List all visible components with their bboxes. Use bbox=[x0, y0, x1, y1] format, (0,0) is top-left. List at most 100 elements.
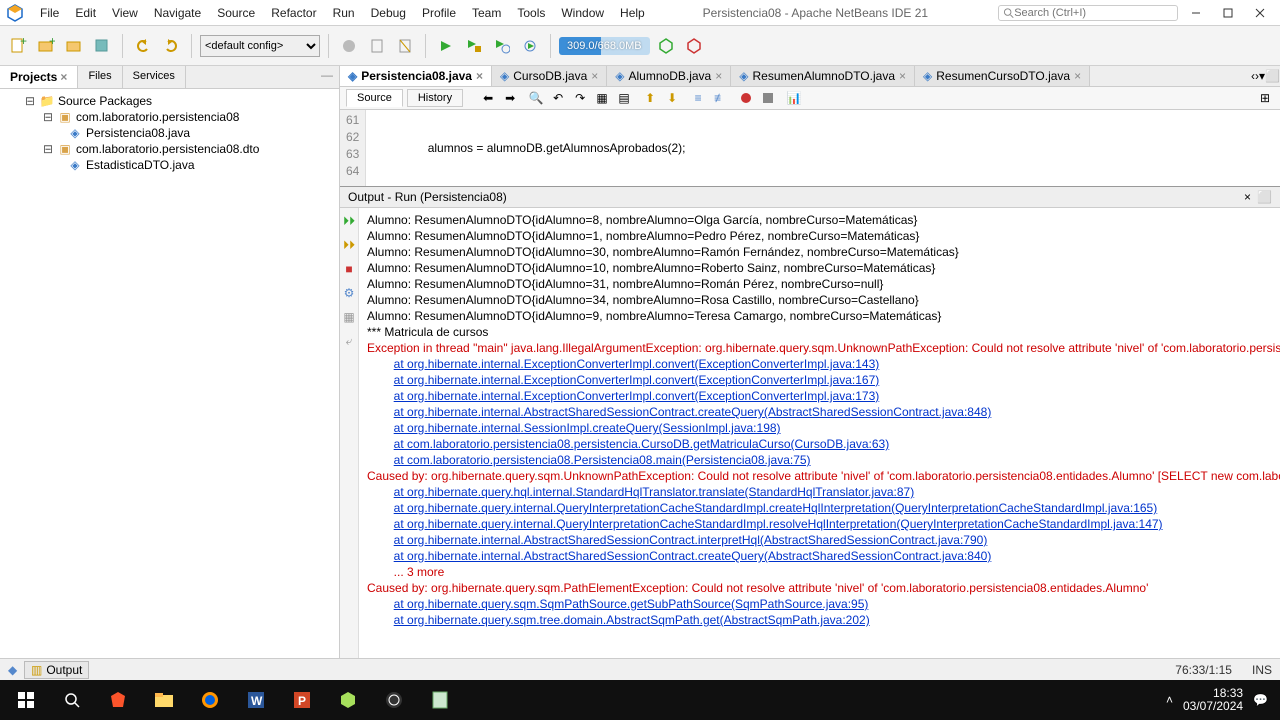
rerun-button[interactable]: ⏵⏵ bbox=[340, 212, 358, 230]
close-icon[interactable]: × bbox=[60, 70, 67, 84]
tray-chevron-icon[interactable]: ˄ bbox=[1166, 693, 1173, 707]
menu-source[interactable]: Source bbox=[209, 2, 263, 24]
settings-icon[interactable]: ⚙ bbox=[340, 284, 358, 302]
shift-right-icon[interactable]: ⬇ bbox=[663, 89, 681, 107]
taskbar-app-explorer[interactable] bbox=[142, 683, 186, 717]
tab-files[interactable]: Files bbox=[78, 66, 122, 88]
clean-button[interactable] bbox=[393, 34, 417, 58]
menu-edit[interactable]: Edit bbox=[67, 2, 104, 24]
profile-button[interactable] bbox=[490, 34, 514, 58]
taskbar-app-netbeans[interactable] bbox=[326, 683, 370, 717]
memory-indicator[interactable]: 309.0/668.0MB bbox=[559, 37, 650, 55]
nav-back-icon[interactable]: ⬅ bbox=[479, 89, 497, 107]
new-file-button[interactable]: + bbox=[6, 34, 30, 58]
config-select[interactable]: <default config> bbox=[200, 35, 320, 57]
tree-node[interactable]: com.laboratorio.persistencia08 bbox=[76, 110, 239, 124]
menu-view[interactable]: View bbox=[104, 2, 146, 24]
start-button[interactable] bbox=[4, 683, 48, 717]
close-icon[interactable]: × bbox=[476, 69, 483, 83]
rerun-debug-button[interactable]: ⏵⏵ bbox=[340, 236, 358, 254]
record-macro-button[interactable] bbox=[737, 89, 755, 107]
search-input[interactable] bbox=[1014, 7, 1173, 19]
close-icon[interactable]: × bbox=[591, 69, 598, 83]
clear-output-button[interactable]: ▦ bbox=[340, 308, 358, 326]
taskbar-app-brave[interactable] bbox=[96, 683, 140, 717]
wrap-icon[interactable]: ⤶ bbox=[340, 332, 358, 350]
uncomment-icon[interactable]: ≢ bbox=[711, 89, 729, 107]
chart-icon[interactable]: 📊 bbox=[785, 89, 803, 107]
stop-macro-button[interactable] bbox=[759, 89, 777, 107]
build-button[interactable] bbox=[337, 34, 361, 58]
maximize-editor-icon[interactable]: ⬜ bbox=[1265, 69, 1280, 83]
menu-window[interactable]: Window bbox=[553, 2, 612, 24]
maximize-output-icon[interactable]: ⬜ bbox=[1257, 190, 1272, 204]
close-button[interactable] bbox=[1246, 3, 1274, 23]
twisty-icon[interactable]: ⊟ bbox=[24, 94, 36, 108]
taskbar-app-word[interactable]: W bbox=[234, 683, 278, 717]
close-icon[interactable]: × bbox=[1074, 69, 1081, 83]
editor-tab[interactable]: ◈CursoDB.java× bbox=[492, 66, 607, 86]
tree-node[interactable]: EstadisticaDTO.java bbox=[86, 158, 195, 172]
redo-button[interactable] bbox=[159, 34, 183, 58]
find-prev-icon[interactable]: ↶ bbox=[549, 89, 567, 107]
run-button[interactable] bbox=[434, 34, 458, 58]
shift-left-icon[interactable]: ⬆ bbox=[641, 89, 659, 107]
stop-gc-button[interactable] bbox=[682, 34, 706, 58]
menu-refactor[interactable]: Refactor bbox=[263, 2, 324, 24]
code-editor[interactable]: 61 62 63 64 alumnos = alumnoDB.getAlumno… bbox=[340, 110, 1280, 186]
menu-team[interactable]: Team bbox=[464, 2, 509, 24]
comment-icon[interactable]: ≡ bbox=[689, 89, 707, 107]
taskbar-app-notepad[interactable] bbox=[418, 683, 462, 717]
save-all-button[interactable] bbox=[90, 34, 114, 58]
global-search[interactable] bbox=[998, 5, 1178, 21]
output-toggle-button[interactable]: ▥ Output bbox=[24, 661, 89, 679]
editor-tab[interactable]: ◈ResumenCursoDTO.java× bbox=[915, 66, 1090, 86]
editor-tab[interactable]: ◈ResumenAlumnoDTO.java× bbox=[731, 66, 915, 86]
menu-run[interactable]: Run bbox=[325, 2, 363, 24]
attach-debugger-button[interactable] bbox=[518, 34, 542, 58]
undo-button[interactable] bbox=[131, 34, 155, 58]
gc-button[interactable] bbox=[654, 34, 678, 58]
new-project-button[interactable]: + bbox=[34, 34, 58, 58]
menu-tools[interactable]: Tools bbox=[509, 2, 553, 24]
menu-profile[interactable]: Profile bbox=[414, 2, 464, 24]
taskbar-search-icon[interactable] bbox=[50, 683, 94, 717]
toggle-bookmark-icon[interactable]: ▤ bbox=[615, 89, 633, 107]
tree-node[interactable]: com.laboratorio.persistencia08.dto bbox=[76, 142, 259, 156]
menu-file[interactable]: File bbox=[32, 2, 67, 24]
taskbar-app-powerpoint[interactable]: P bbox=[280, 683, 324, 717]
minimize-button[interactable] bbox=[1182, 3, 1210, 23]
system-clock[interactable]: 18:33 03/07/2024 bbox=[1183, 687, 1243, 713]
output-text[interactable]: Alumno: ResumenAlumnoDTO{idAlumno=8, nom… bbox=[359, 208, 1280, 658]
source-mode-button[interactable]: Source bbox=[346, 89, 403, 107]
project-tree[interactable]: ⊟📁Source Packages ⊟▣com.laboratorio.pers… bbox=[0, 89, 339, 177]
find-next-icon[interactable]: ↷ bbox=[571, 89, 589, 107]
toggle-highlight-icon[interactable]: ▦ bbox=[593, 89, 611, 107]
find-icon[interactable]: 🔍 bbox=[527, 89, 545, 107]
taskbar-app-firefox[interactable] bbox=[188, 683, 232, 717]
open-button[interactable] bbox=[62, 34, 86, 58]
tree-node[interactable]: Persistencia08.java bbox=[86, 126, 190, 140]
nav-fwd-icon[interactable]: ➡ bbox=[501, 89, 519, 107]
tab-services[interactable]: Services bbox=[123, 66, 186, 88]
menu-debug[interactable]: Debug bbox=[363, 2, 414, 24]
twisty-icon[interactable]: ⊟ bbox=[42, 110, 54, 124]
close-icon[interactable]: × bbox=[899, 69, 906, 83]
tab-projects[interactable]: Projects × bbox=[0, 66, 78, 88]
minimize-sidebar-icon[interactable]: — bbox=[315, 66, 339, 88]
debug-button[interactable] bbox=[462, 34, 486, 58]
editor-tab[interactable]: ◈AlumnoDB.java× bbox=[607, 66, 731, 86]
history-mode-button[interactable]: History bbox=[407, 89, 463, 107]
notifications-icon[interactable]: ◆ bbox=[8, 663, 24, 677]
tray-notifications-icon[interactable]: 💬 bbox=[1253, 693, 1268, 707]
tree-node[interactable]: Source Packages bbox=[58, 94, 152, 108]
close-icon[interactable]: × bbox=[715, 69, 722, 83]
maximize-button[interactable] bbox=[1214, 3, 1242, 23]
menu-navigate[interactable]: Navigate bbox=[146, 2, 209, 24]
editor-tab[interactable]: ◈Persistencia08.java× bbox=[340, 66, 492, 86]
close-output-icon[interactable]: × bbox=[1244, 190, 1251, 204]
stop-button[interactable]: ■ bbox=[340, 260, 358, 278]
clean-build-button[interactable] bbox=[365, 34, 389, 58]
menu-help[interactable]: Help bbox=[612, 2, 653, 24]
split-icon[interactable]: ⊞ bbox=[1256, 89, 1274, 107]
